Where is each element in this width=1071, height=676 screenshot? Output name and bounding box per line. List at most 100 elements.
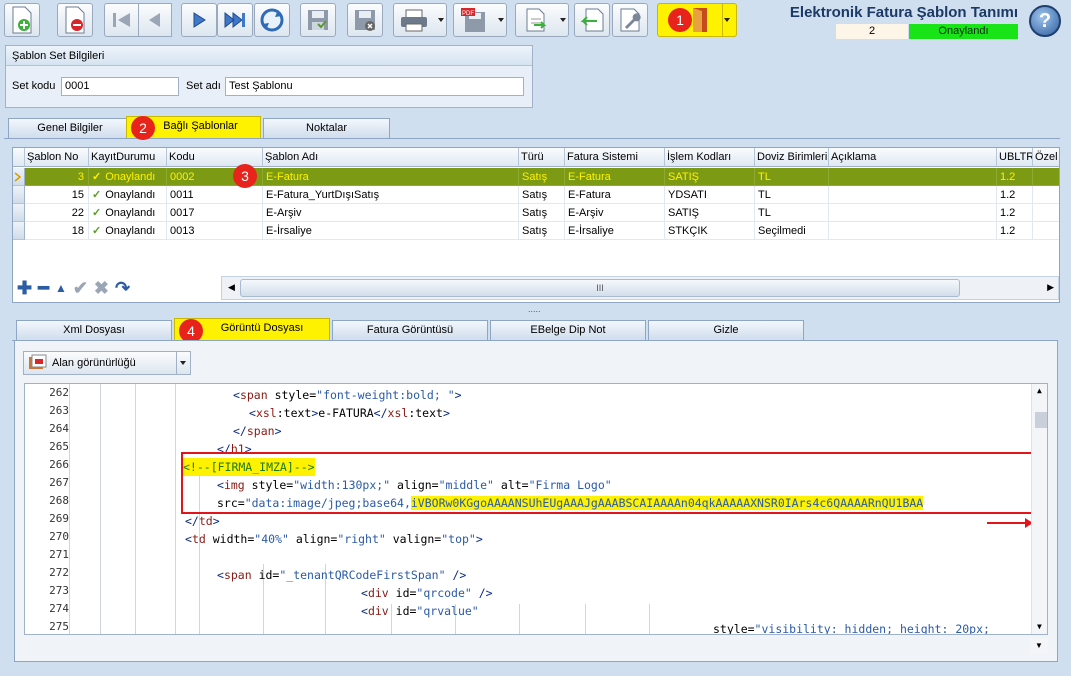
line-number: 270 <box>49 530 69 543</box>
horizontal-scrollbar[interactable]: ◀ III ▶ <box>221 276 1059 300</box>
column-header-type[interactable]: Türü <box>519 148 565 167</box>
import-export-button[interactable] <box>515 3 569 37</box>
export-icon <box>526 8 547 32</box>
cell-operation-codes: YDSATI <box>665 186 755 204</box>
code-line: <span id="_tenantQRCodeFirstSpan" /> <box>217 568 467 582</box>
import-button[interactable] <box>574 3 610 37</box>
column-header-template-no[interactable]: Şablon No <box>25 148 89 167</box>
exit-button[interactable]: 1 <box>657 3 737 37</box>
row-indicator <box>13 168 25 186</box>
cell-template-name: E-Arşiv <box>263 204 519 222</box>
refresh-icon <box>260 8 284 32</box>
column-header-description[interactable]: Açıklama <box>829 148 997 167</box>
last-record-button[interactable] <box>217 3 253 37</box>
cell-template-name: E-Fatura <box>263 168 519 186</box>
up-icon[interactable]: ▲ <box>55 281 67 295</box>
line-number: 264 <box>49 422 69 435</box>
tab-xml-file[interactable]: Xml Dosyası <box>16 320 172 340</box>
cell-template-no: 3 <box>25 168 89 186</box>
column-header-ubltr[interactable]: UBLTR <box>997 148 1033 167</box>
line-number: 273 <box>49 584 69 597</box>
cell-status-text: Onaylandı <box>105 189 156 201</box>
tab-view-file-label: Görüntü Dosyası <box>220 322 304 334</box>
code-editor[interactable]: 262 <span style="font-weight:bold; "> 26… <box>24 383 1048 635</box>
cell-currencies: TL <box>755 168 829 186</box>
help-button[interactable]: ? <box>1029 5 1061 37</box>
cell-type: Satış <box>519 168 565 186</box>
row-pointer-icon <box>14 172 22 182</box>
cell-status-text: Onaylandı <box>105 207 156 219</box>
chevron-down-icon <box>438 18 444 22</box>
tab-general-info[interactable]: Genel Bilgiler <box>8 118 132 138</box>
previous-record-button[interactable] <box>138 3 172 37</box>
cell-operation-codes: SATIŞ <box>665 168 755 186</box>
check-icon: ✓ <box>92 189 102 201</box>
pdf-export-button[interactable]: PDF <box>453 3 507 37</box>
column-header-invoice-system[interactable]: Fatura Sistemi <box>565 148 665 167</box>
undo-icon[interactable]: ↷ <box>115 278 130 299</box>
window-title: Elektronik Fatura Şablon Tanımı <box>789 4 1018 21</box>
tab-hide[interactable]: Gizle <box>648 320 804 340</box>
set-code-input[interactable]: 0001 <box>61 77 179 96</box>
add-icon[interactable]: ✚ <box>17 278 32 299</box>
chevron-down-icon <box>560 18 566 22</box>
cell-template-no: 18 <box>25 222 89 240</box>
column-header-template-name[interactable]: Şablon Adı <box>263 148 519 167</box>
column-header-currencies[interactable]: Doviz Birimleri <box>755 148 829 167</box>
column-header-operation-codes[interactable]: İşlem Kodları <box>665 148 755 167</box>
tab-invoice-view[interactable]: Fatura Görüntüsü <box>332 320 488 340</box>
templates-grid: Şablon No KayıtDurumu Kodu Şablon Adı Tü… <box>12 147 1060 303</box>
remove-icon[interactable]: ━ <box>38 278 49 299</box>
set-name-input[interactable]: Test Şablonu <box>225 77 524 96</box>
cell-description <box>829 204 997 222</box>
line-number: 274 <box>49 602 69 615</box>
highlight-box <box>181 452 1047 514</box>
cell-ubltr: 1.2 <box>997 204 1033 222</box>
scroll-thumb[interactable] <box>1035 412 1047 428</box>
next-record-button[interactable] <box>181 3 217 37</box>
delete-document-icon <box>65 6 85 34</box>
table-row[interactable]: 22 ✓ Onaylandı 0017 E-Arşiv Satış E-Arşiv… <box>13 204 1059 222</box>
set-info-header: Şablon Set Bilgileri <box>6 46 532 66</box>
table-row[interactable]: 15 ✓ Onaylandı 0011 E-Fatura_YurtDışıSatı… <box>13 186 1059 204</box>
tab-points[interactable]: Noktalar <box>263 118 390 138</box>
tab-ebelge-footer[interactable]: EBelge Dip Not <box>490 320 646 340</box>
first-record-button[interactable] <box>104 3 138 37</box>
cell-code: 0011 <box>167 186 263 204</box>
last-icon <box>224 11 245 29</box>
column-header-record-status[interactable]: KayıtDurumu <box>89 148 167 167</box>
splitter-handle[interactable]: ..... <box>528 304 541 314</box>
line-number: 262 <box>49 386 69 399</box>
cancel-save-button[interactable] <box>347 3 383 37</box>
scroll-thumb[interactable]: III <box>240 279 960 297</box>
save-button[interactable] <box>300 3 336 37</box>
scroll-left-icon[interactable]: ◀ <box>228 282 235 293</box>
delete-record-button[interactable] <box>57 3 93 37</box>
cancel-icon[interactable]: ✖ <box>94 278 109 299</box>
scroll-down-icon[interactable]: ▼ <box>1037 622 1042 631</box>
cell-type: Satış <box>519 204 565 222</box>
cell-special <box>1033 168 1059 186</box>
field-visibility-button[interactable]: Alan görünürlüğü <box>23 351 191 375</box>
scroll-down-icon[interactable]: ▼ <box>1030 638 1048 654</box>
cell-special <box>1033 204 1059 222</box>
cell-template-name: E-İrsaliye <box>263 222 519 240</box>
code-vertical-scrollbar[interactable]: ▲ ▼ <box>1031 384 1047 634</box>
refresh-button[interactable] <box>254 3 290 37</box>
print-button[interactable] <box>393 3 447 37</box>
record-count: 2 <box>836 24 908 39</box>
tools-button[interactable] <box>612 3 648 37</box>
new-record-button[interactable] <box>4 3 40 37</box>
table-row[interactable]: 18 ✓ Onaylandı 0013 E-İrsaliye Satış E-İr… <box>13 222 1059 240</box>
table-row[interactable]: 3 ✓ Onaylandı 0002 E-Fatura Satış E-Fatur… <box>13 168 1059 186</box>
column-header-special[interactable]: Özel F <box>1033 148 1059 167</box>
cell-status-text: Onaylandı <box>105 225 156 237</box>
status-badge: Onaylandı <box>909 24 1018 39</box>
check-icon[interactable]: ✔ <box>73 278 88 299</box>
previous-icon <box>149 13 160 27</box>
row-indicator-header <box>13 148 25 167</box>
chevron-down-icon[interactable] <box>176 352 190 374</box>
scroll-up-icon[interactable]: ▲ <box>1037 386 1042 395</box>
cell-template-no: 22 <box>25 204 89 222</box>
scroll-right-icon[interactable]: ▶ <box>1047 282 1054 293</box>
